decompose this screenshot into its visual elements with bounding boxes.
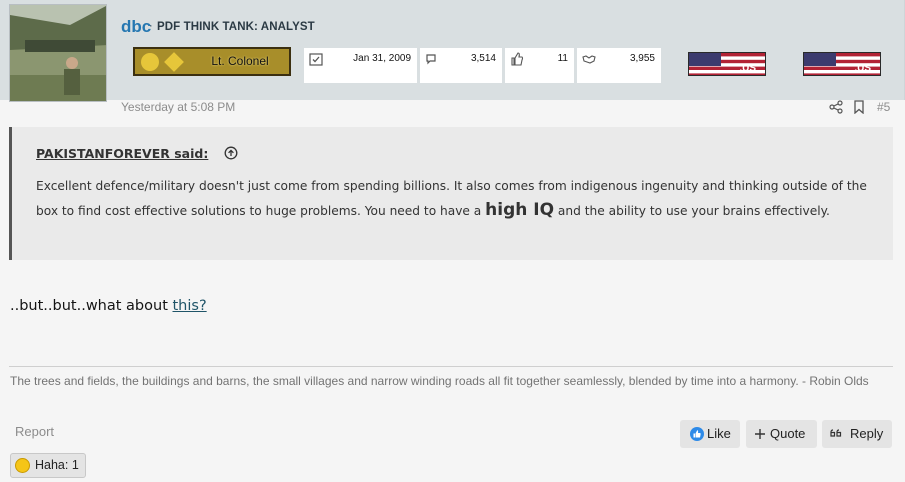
share-icon[interactable] (829, 100, 843, 114)
post-number-link[interactable]: #5 (877, 100, 890, 114)
stat-joined-value: Jan 31, 2009 (353, 53, 411, 64)
bookmark-icon[interactable] (853, 100, 865, 114)
like-button[interactable]: Like (680, 420, 740, 448)
user-title: PDF THINK TANK: ANALYST (157, 21, 315, 33)
rank-diamond-icon (164, 52, 184, 72)
quote-block: PAKISTANFOREVER said: Excellent defence/… (9, 127, 893, 260)
stat-messages-value: 3,514 (470, 53, 496, 64)
stat-messages: 3,514 (420, 48, 502, 83)
rank-medal-icon (141, 53, 159, 71)
post-body: ..but..but..what about this? (10, 298, 207, 314)
username-link[interactable]: dbc (121, 17, 151, 37)
like-label: Like (707, 426, 731, 441)
user-avatar[interactable] (9, 4, 107, 102)
reaction-summary-label: Haha: 1 (35, 458, 79, 472)
reply-label: Reply (850, 426, 884, 441)
title-separator: · (149, 20, 153, 32)
thumbs-up-icon (511, 52, 524, 66)
stat-joined: Jan 31, 2009 (304, 48, 417, 83)
rank-banner: Lt. Colonel (133, 47, 291, 76)
quote-text: Excellent defence/military doesn't just … (36, 175, 876, 223)
us-flag-badge: .US (688, 52, 766, 76)
rank-label: Lt. Colonel (211, 54, 269, 68)
quote-highlight: high IQ (485, 199, 555, 220)
post-body-link[interactable]: this? (173, 298, 207, 314)
comments-icon (426, 54, 436, 65)
handshake-icon (582, 55, 596, 64)
stat-reactions-value: 11 (557, 53, 568, 64)
calendar-check-icon (309, 53, 323, 66)
us-flag-badge: .US (803, 52, 881, 76)
flag-label: .US (739, 63, 756, 74)
user-stats-bar: Jan 31, 2009 3,514 11 3,955 (304, 48, 661, 83)
reply-button[interactable]: Reply (822, 420, 892, 448)
signature-text: The trees and fields, the buildings and … (10, 374, 869, 388)
post-timestamp[interactable]: Yesterday at 5:08 PM (121, 100, 235, 114)
quote-text-part: and the ability to use your brains effec… (554, 203, 830, 218)
post-body-text: ..but..but..what about (10, 298, 173, 314)
plus-icon (755, 429, 765, 439)
stat-points: 3,955 (577, 48, 661, 83)
reaction-summary[interactable]: Haha: 1 (10, 453, 86, 478)
stat-reactions: 11 (505, 48, 574, 83)
arrow-up-circle-icon[interactable] (224, 146, 238, 160)
quote-author-link[interactable]: PAKISTANFOREVER said: (36, 146, 208, 161)
quote-button[interactable]: Quote (746, 420, 817, 448)
quote-label: Quote (770, 426, 806, 441)
haha-emoji-icon (15, 458, 30, 473)
flag-label: .US (854, 63, 871, 74)
thumbs-up-icon (690, 427, 704, 441)
stat-points-value: 3,955 (629, 53, 655, 64)
report-link[interactable]: Report (15, 424, 54, 439)
post-user-header: dbc · PDF THINK TANK: ANALYST Lt. Colone… (0, 0, 905, 102)
signature-divider (9, 366, 893, 367)
quote-marks-icon (830, 429, 842, 437)
